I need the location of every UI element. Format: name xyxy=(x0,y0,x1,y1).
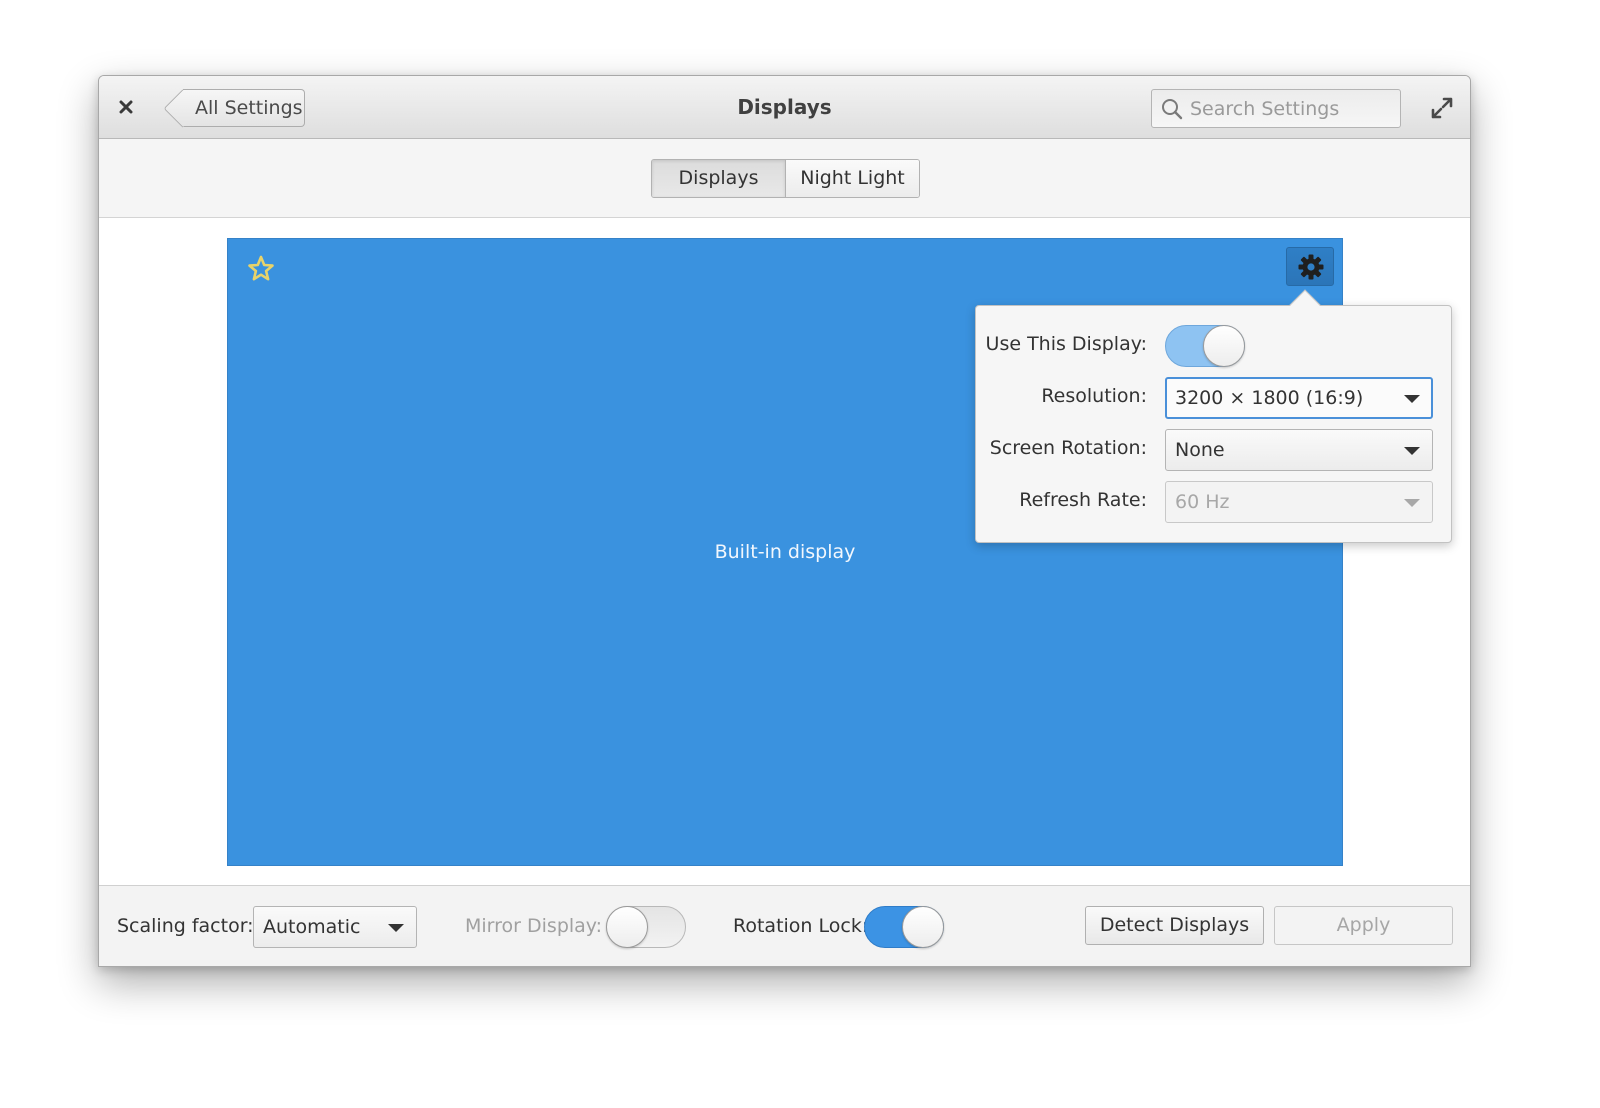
switch-knob xyxy=(902,906,944,948)
rotation-dropdown[interactable]: None xyxy=(1165,429,1433,471)
use-display-switch[interactable] xyxy=(1165,325,1245,367)
resolution-value: 3200 × 1800 (16:9) xyxy=(1175,387,1364,409)
tab-bar: Displays Night Light xyxy=(99,139,1470,218)
scaling-dropdown[interactable]: Automatic xyxy=(253,906,417,948)
settings-window: All Settings Displays Displays Night Lig… xyxy=(98,75,1471,967)
search-icon xyxy=(1162,99,1183,120)
rotation-row: Screen Rotation: None xyxy=(976,429,1453,471)
chevron-down-icon xyxy=(1404,447,1420,455)
rotation-lock-switch[interactable] xyxy=(864,906,944,948)
refresh-dropdown[interactable]: 60 Hz xyxy=(1165,481,1433,523)
use-display-label: Use This Display: xyxy=(985,333,1147,355)
mirror-display-switch[interactable] xyxy=(606,906,686,948)
display-arrangement-area: Built-in display Use This Display: Resol… xyxy=(99,218,1470,885)
search-field[interactable] xyxy=(1151,89,1401,128)
mirror-label: Mirror Display: xyxy=(465,915,603,937)
refresh-label: Refresh Rate: xyxy=(1019,489,1147,511)
action-bar: Scaling factor: Automatic Mirror Display… xyxy=(99,885,1470,966)
display-settings-button[interactable] xyxy=(1286,247,1334,286)
display-name: Built-in display xyxy=(714,541,856,563)
rotation-lock-label: Rotation Lock: xyxy=(733,915,869,937)
switch-knob xyxy=(1203,325,1245,367)
resolution-dropdown[interactable]: 3200 × 1800 (16:9) xyxy=(1165,377,1433,419)
chevron-down-icon xyxy=(1404,395,1420,403)
resolution-row: Resolution: 3200 × 1800 (16:9) xyxy=(976,377,1453,419)
refresh-value: 60 Hz xyxy=(1175,491,1230,513)
tab-night-light[interactable]: Night Light xyxy=(785,160,919,197)
refresh-row: Refresh Rate: 60 Hz xyxy=(976,481,1453,523)
gear-icon xyxy=(1298,254,1324,280)
search-input[interactable] xyxy=(1190,96,1390,122)
use-display-row: Use This Display: xyxy=(976,325,1453,367)
resolution-label: Resolution: xyxy=(1041,385,1147,407)
apply-button[interactable]: Apply xyxy=(1274,906,1453,945)
rotation-label: Screen Rotation: xyxy=(989,437,1147,459)
chevron-down-icon xyxy=(388,924,404,932)
detect-displays-button[interactable]: Detect Displays xyxy=(1085,906,1264,945)
maximize-button[interactable] xyxy=(1429,95,1455,121)
maximize-icon xyxy=(1431,97,1453,119)
display-settings-popover: Use This Display: Resolution: 3200 × 180… xyxy=(975,289,1453,543)
chevron-down-icon xyxy=(1404,499,1420,507)
scaling-value: Automatic xyxy=(263,916,361,938)
switch-knob xyxy=(606,906,648,948)
rotation-value: None xyxy=(1175,439,1225,461)
scaling-label: Scaling factor: xyxy=(117,915,254,937)
tab-displays[interactable]: Displays xyxy=(652,160,785,197)
primary-star-icon[interactable] xyxy=(246,254,276,284)
view-switcher: Displays Night Light xyxy=(651,159,920,198)
header-bar: All Settings Displays xyxy=(99,76,1470,139)
